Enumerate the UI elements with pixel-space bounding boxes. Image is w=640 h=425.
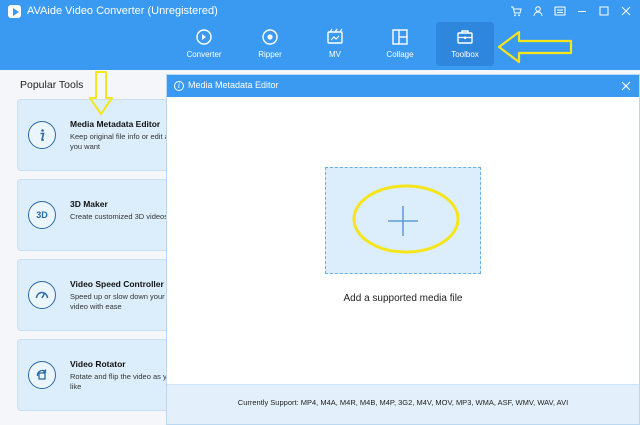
tab-toolbox[interactable]: Toolbox [436,22,494,66]
tool-name: Video Speed Controller [70,279,164,289]
dialog-title: Media Metadata Editor [188,80,279,90]
dialog-close-icon[interactable] [619,79,633,93]
info-icon [28,121,56,149]
mv-icon [327,28,343,44]
3d-icon: 3D [28,201,56,229]
tool-card-video-speed-controller[interactable]: Video Speed Controller Speed up or slow … [17,259,177,331]
dialog-header: i Media Metadata Editor [167,75,639,97]
tool-name: Video Rotator [70,359,126,369]
tab-converter-label: Converter [186,50,222,59]
cart-icon[interactable] [506,2,526,20]
dialog-info-icon: i [174,81,184,91]
tab-toolbox-label: Toolbox [451,50,479,59]
tool-card-3d-maker[interactable]: 3D 3D Maker Create customized 3D videos [17,179,177,251]
media-metadata-editor-dialog: i Media Metadata Editor Add a supported … [166,74,640,425]
add-media-label: Add a supported media file [343,293,463,304]
tool-card-video-rotator[interactable]: Video Rotator Rotate and flip the video … [17,339,177,411]
add-media-drop-zone[interactable] [325,167,481,274]
tab-collage-label: Collage [386,50,414,59]
collage-icon [392,29,408,45]
menu-icon[interactable] [550,2,570,20]
supported-formats-text: Currently Support: MP4, M4A, M4R, M4B, M… [237,398,569,407]
main-nav: Converter Ripper MV Collage Toolbox [174,22,501,70]
speedometer-icon [28,281,56,309]
top-bar: AVAide Video Converter (Unregistered) Co… [0,0,640,70]
app-title: AVAide Video Converter (Unregistered) [27,5,218,17]
plus-icon [388,206,418,236]
tool-desc: Keep original file info or edit as you w… [70,132,173,151]
tab-ripper[interactable]: Ripper [241,22,299,66]
tool-card-media-metadata-editor[interactable]: Media Metadata Editor Keep original file… [17,99,177,171]
minimize-icon[interactable] [572,2,592,20]
popular-tools-heading: Popular Tools [20,79,84,91]
tab-ripper-label: Ripper [258,50,282,59]
tab-converter[interactable]: Converter [174,22,234,66]
tab-mv-label: MV [329,50,341,59]
3d-icon-text: 3D [36,210,48,220]
app-logo-icon [8,5,21,18]
user-icon[interactable] [528,2,548,20]
tab-mv[interactable]: MV [306,22,364,66]
tool-desc: Speed up or slow down your video with ea… [70,292,165,311]
tool-desc: Rotate and flip the video as you like [70,372,176,391]
toolbox-icon [457,30,473,44]
tab-collage[interactable]: Collage [371,22,429,66]
window-close-icon[interactable] [616,2,636,20]
rotate-icon [28,361,56,389]
title-bar: AVAide Video Converter (Unregistered) [0,0,640,22]
support-bar: Currently Support: MP4, M4A, M4R, M4B, M… [167,384,639,424]
maximize-icon[interactable] [594,2,614,20]
tool-name: 3D Maker [70,199,108,209]
tool-desc: Create customized 3D videos [70,212,168,221]
window-controls [506,2,636,20]
ripper-icon [262,29,278,45]
converter-icon [196,29,212,45]
tool-name: Media Metadata Editor [70,119,161,129]
